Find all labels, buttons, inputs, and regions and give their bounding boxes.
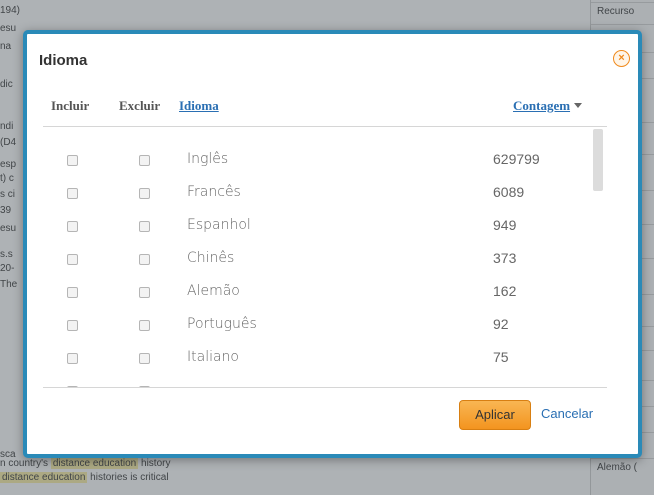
exclude-checkbox[interactable] <box>139 221 150 232</box>
language-row: Alemão 162 <box>43 281 583 314</box>
exclude-checkbox[interactable] <box>139 155 150 166</box>
include-checkbox[interactable] <box>67 188 78 199</box>
list-header: Incluir Excluir Idioma Contagem <box>51 98 601 122</box>
apply-button[interactable]: Aplicar <box>459 400 531 430</box>
close-icon[interactable]: × <box>613 50 630 67</box>
language-name: Português <box>187 316 257 332</box>
exclude-checkbox[interactable] <box>139 254 150 265</box>
language-count: 373 <box>493 250 517 266</box>
include-checkbox[interactable] <box>67 353 78 364</box>
language-name: Espanhol <box>187 217 251 233</box>
language-count: 162 <box>493 283 517 299</box>
list-scrollbar[interactable] <box>593 129 605 387</box>
exclude-checkbox[interactable] <box>139 320 150 331</box>
language-row: Francês 6089 <box>43 182 583 215</box>
exclude-checkbox[interactable] <box>139 287 150 298</box>
language-name: Inglês <box>187 151 229 167</box>
language-name: Chinês <box>187 250 235 266</box>
scrollbar-thumb[interactable] <box>593 129 603 191</box>
header-exclude: Excluir <box>119 98 161 113</box>
language-row: Chinês 373 <box>43 248 583 281</box>
include-checkbox[interactable] <box>67 320 78 331</box>
header-sort-language[interactable]: Idioma <box>179 98 219 114</box>
language-count: 629799 <box>493 151 540 167</box>
header-include: Incluir <box>51 98 90 113</box>
language-name: Italiano <box>187 349 239 365</box>
language-filter-dialog: Idioma × Incluir Excluir Idioma Contagem… <box>23 30 642 458</box>
exclude-checkbox[interactable] <box>139 188 150 199</box>
cancel-link[interactable]: Cancelar <box>541 406 593 421</box>
language-count: 75 <box>493 349 509 365</box>
include-checkbox[interactable] <box>67 287 78 298</box>
language-count: 949 <box>493 217 517 233</box>
include-checkbox[interactable] <box>67 155 78 166</box>
language-row: Inglês 629799 <box>43 149 583 182</box>
language-name: Alemão <box>187 283 240 299</box>
dialog-title: Idioma <box>39 52 88 69</box>
language-row-partial <box>43 380 583 387</box>
language-name: Francês <box>187 184 241 200</box>
include-checkbox[interactable] <box>67 254 78 265</box>
include-checkbox[interactable] <box>67 221 78 232</box>
exclude-checkbox[interactable] <box>139 386 150 387</box>
language-row: Português 92 <box>43 314 583 347</box>
language-row: Italiano 75 <box>43 347 583 380</box>
language-count: 6089 <box>493 184 525 200</box>
exclude-checkbox[interactable] <box>139 353 150 364</box>
sort-down-icon <box>574 103 583 108</box>
language-count: 92 <box>493 316 509 332</box>
header-sort-count[interactable]: Contagem <box>513 98 583 114</box>
language-list[interactable]: Inglês 629799 Francês 6089 Espanhol 949 Chinês… <box>43 126 607 388</box>
include-checkbox[interactable] <box>67 386 78 387</box>
language-row: Espanhol 949 <box>43 215 583 248</box>
